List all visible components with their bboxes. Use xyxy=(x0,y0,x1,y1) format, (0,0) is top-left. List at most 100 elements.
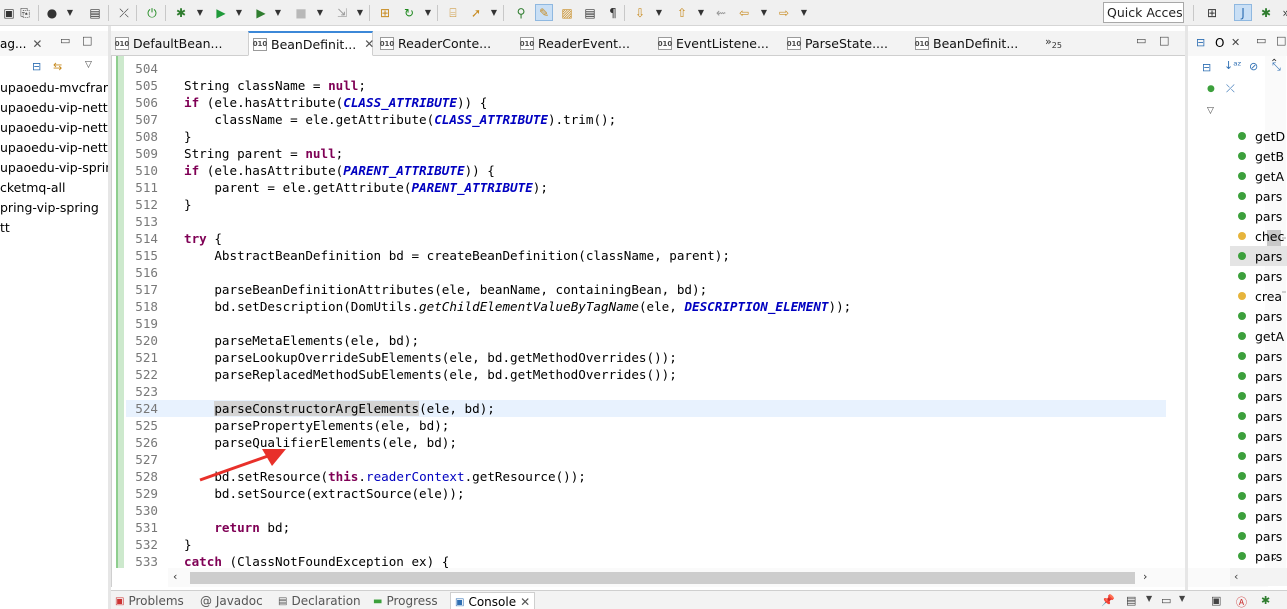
code-line[interactable]: 506 if (ele.hasAttribute(CLASS_ATTRIBUTE)… xyxy=(126,94,1166,111)
chevron-down-icon[interactable]: ▼ xyxy=(1146,594,1152,603)
view-menu-icon[interactable]: ▽ xyxy=(1207,106,1214,116)
code-line[interactable]: 520 parseMetaElements(ele, bd); xyxy=(126,332,1166,349)
tree-item[interactable]: tt xyxy=(0,218,108,238)
maximize-icon[interactable]: □ xyxy=(82,34,92,47)
debug-perspective-icon[interactable]: ✱ xyxy=(1261,594,1270,607)
outline-tab-label[interactable]: O xyxy=(1215,36,1224,50)
run-external-tool-icon[interactable]: ▶ xyxy=(252,4,270,21)
code-line[interactable]: 525 parsePropertyElements(ele, bd); xyxy=(126,417,1166,434)
editor-tab[interactable]: 010 ParseState.... xyxy=(783,31,908,56)
editor-tab-active[interactable]: 010 BeanDefinit... ✕ xyxy=(248,31,374,56)
previous-annotation-icon[interactable]: ⇧ xyxy=(673,4,691,21)
hide-non-public-icon[interactable]: ● xyxy=(1207,84,1215,94)
refresh-icon[interactable]: ↻ xyxy=(400,4,418,21)
chevron-down-icon[interactable]: ▼ xyxy=(490,4,498,21)
code-line[interactable]: 508} xyxy=(126,128,1166,145)
minimize-icon[interactable]: ▭ xyxy=(60,34,70,47)
scroll-thumb[interactable] xyxy=(190,572,1135,584)
close-icon[interactable]: ✕ xyxy=(1231,36,1240,49)
close-icon[interactable]: ✕ xyxy=(520,595,530,609)
view-menu-icon[interactable]: ▽ xyxy=(85,60,92,70)
minimize-icon[interactable]: ▭ xyxy=(1256,34,1266,47)
code-line[interactable]: 516 xyxy=(126,264,1166,281)
code-line[interactable]: 505 String className = null; xyxy=(126,77,1166,94)
package-explorer-tab[interactable]: ag... ✕ xyxy=(0,34,42,54)
code-line[interactable]: 511 parent = ele.getAttribute(PARENT_ATT… xyxy=(126,179,1166,196)
text-icon[interactable]: Ⓐ xyxy=(1236,594,1247,609)
outline-item[interactable]: pars xyxy=(1230,206,1287,226)
toggle-mark-occurrences-icon[interactable]: ✎ xyxy=(535,4,553,21)
toggle-block-selection-icon[interactable]: ▨ xyxy=(558,4,576,21)
code-line[interactable]: 532} xyxy=(126,536,1166,553)
tree-item[interactable]: upaoedu-vip-sprin xyxy=(0,158,108,178)
outline-item[interactable]: pars xyxy=(1230,386,1287,406)
outline-item[interactable]: pars xyxy=(1230,526,1287,546)
open-console-icon[interactable]: ▭ xyxy=(1161,594,1171,607)
link-with-editor-icon[interactable]: ⇆ xyxy=(53,60,62,73)
tab-problems[interactable]: ▣ Problems xyxy=(115,594,184,608)
chevron-down-icon[interactable]: ▼ xyxy=(800,4,808,21)
editor-tab[interactable]: 010 EventListene... xyxy=(654,31,784,56)
tree-item[interactable]: upaoedu-vip-netty xyxy=(0,138,108,158)
editor-tab[interactable]: 010 ReaderEvent... xyxy=(516,31,651,56)
code-editor[interactable]: 504 505 String className = null; 506 if (ele… xyxy=(111,56,1286,587)
show-whitespace-icon[interactable]: ▤ xyxy=(581,4,599,21)
tree-item[interactable]: upaoedu-vip-netty xyxy=(0,98,108,118)
horizontal-scrollbar[interactable]: ‹ xyxy=(1230,568,1287,586)
maximize-icon[interactable]: □ xyxy=(1159,34,1169,47)
code-line[interactable]: 512} xyxy=(126,196,1166,213)
code-line[interactable]: 530 xyxy=(126,502,1166,519)
chevron-down-icon[interactable]: ▼ xyxy=(697,4,705,21)
outline-item[interactable]: pars xyxy=(1230,266,1287,286)
sort-icon[interactable]: ↓ᵃᶻ xyxy=(1224,59,1242,72)
debug-icon[interactable]: ✱ xyxy=(172,4,190,21)
new-package-icon[interactable]: ⊞ xyxy=(376,4,394,21)
search-icon[interactable]: ⚲ xyxy=(512,4,530,21)
chevron-down-icon[interactable]: ▼ xyxy=(655,4,663,21)
outline-item[interactable]: crea xyxy=(1230,286,1287,306)
package-icon[interactable]: ▣ xyxy=(1211,594,1221,607)
tab-progress[interactable]: ▬ Progress xyxy=(373,594,438,608)
code-line[interactable]: 521 parseLookupOverrideSubElements(ele, … xyxy=(126,349,1166,366)
scroll-left-icon[interactable]: ‹ xyxy=(173,570,177,583)
tree-item[interactable]: upaoedu-mvcfram xyxy=(0,78,108,98)
outline-item[interactable]: pars xyxy=(1230,426,1287,446)
chevron-down-icon[interactable]: ▼ xyxy=(316,4,324,21)
chevron-down-icon[interactable]: ▼ xyxy=(760,4,768,21)
open-type-icon[interactable]: ⌸ xyxy=(444,4,462,21)
outline-item[interactable]: chec xyxy=(1230,226,1287,246)
more-tabs-button[interactable]: »25 xyxy=(1045,35,1062,50)
maximize-icon[interactable]: □ xyxy=(1276,34,1286,47)
code-line[interactable]: 518 bd.setDescription(DomUtils.getChildE… xyxy=(126,298,1166,315)
hide-static-icon[interactable]: ⤡ xyxy=(1272,60,1281,74)
run-icon[interactable]: ▶ xyxy=(212,4,230,21)
close-icon[interactable]: ✕ xyxy=(32,37,42,51)
stop-icon[interactable]: ■ xyxy=(292,4,310,21)
code-line[interactable]: 510 if (ele.hasAttribute(PARENT_ATTRIBUTE… xyxy=(126,162,1166,179)
outline-item[interactable]: getD xyxy=(1230,126,1287,146)
spring-boot-icon[interactable]: ⏻ xyxy=(143,4,161,21)
code-line[interactable]: 513 xyxy=(126,213,1166,230)
close-icon[interactable]: ✕ xyxy=(364,37,374,51)
display-console-icon[interactable]: ▤ xyxy=(1126,594,1136,607)
pin-console-icon[interactable]: 📌 xyxy=(1101,594,1115,607)
tab-declaration[interactable]: ▤ Declaration xyxy=(278,594,361,608)
debug-perspective-icon[interactable]: ✱ xyxy=(1257,4,1275,21)
open-task-icon[interactable]: ➚ xyxy=(467,4,485,21)
forward-icon[interactable]: ⇨ xyxy=(775,4,793,21)
code-line[interactable]: 507 className = ele.getAttribute(CLASS_A… xyxy=(126,111,1166,128)
perspective-icon[interactable]: ⊞ xyxy=(1203,4,1221,21)
editor-tab[interactable]: 010 DefaultBean... xyxy=(111,31,246,56)
tree-item[interactable]: pring-vip-spring xyxy=(0,198,108,218)
code-line[interactable]: 524 parseConstructorArgElements(ele, bd)… xyxy=(126,400,1166,417)
collapse-all-icon[interactable]: ⊟ xyxy=(1202,61,1211,74)
code-line[interactable]: 515 AbstractBeanDefinition bd = createBe… xyxy=(126,247,1166,264)
hide-fields-icon[interactable]: ⊘ xyxy=(1249,60,1258,73)
editor-tab[interactable]: 010 ReaderConte... xyxy=(376,31,511,56)
hide-local-types-icon[interactable]: ⤫ xyxy=(1226,82,1235,96)
code-line[interactable]: 519 xyxy=(126,315,1166,332)
scroll-right-icon[interactable]: › xyxy=(1143,570,1147,583)
outline-item[interactable]: pars xyxy=(1230,346,1287,366)
code-line[interactable]: 509 String parent = null; xyxy=(126,145,1166,162)
chevron-down-icon[interactable]: ▼ xyxy=(66,4,74,21)
